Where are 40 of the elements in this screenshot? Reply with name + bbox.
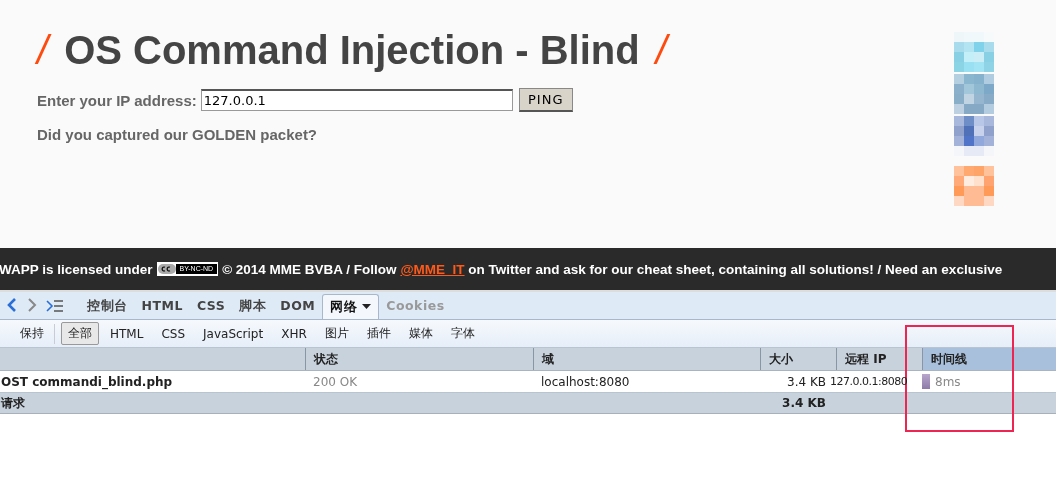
- ping-button[interactable]: PING: [518, 88, 573, 112]
- devtools-tab[interactable]: DOM: [273, 294, 323, 318]
- column-header[interactable]: 时间线: [922, 348, 1056, 370]
- timing-bar-icon: [922, 374, 930, 389]
- filter-button[interactable]: 图片: [317, 322, 356, 345]
- footer-text: © 2014 MME BVBA / Follow @MME_IT on Twitter and ask for our cheat sheet, containing all solutions! / Need an exclusive: [222, 261, 1003, 277]
- filter-button[interactable]: 媒体: [401, 322, 440, 345]
- column-header[interactable]: 状态: [305, 348, 533, 370]
- creative-commons-icon: [157, 264, 176, 274]
- ip-field[interactable]: 127.0.0.1: [200, 89, 513, 111]
- column-header[interactable]: 大小: [760, 348, 836, 370]
- back-icon[interactable]: [6, 297, 18, 313]
- forward-icon[interactable]: [26, 297, 38, 313]
- filter-button[interactable]: 插件: [359, 322, 398, 345]
- total-size: 3.4 KB: [781, 396, 827, 410]
- time-text: 8ms: [935, 374, 961, 389]
- domain-cell-text: localhost:8080: [540, 374, 631, 389]
- ip-label: Enter your IP address:: [37, 91, 197, 109]
- devtools-tab[interactable]: 网络: [322, 294, 380, 319]
- request-cell-text: OST commandi_blind.php: [0, 374, 174, 389]
- filter-button[interactable]: 全部: [61, 322, 99, 345]
- filter-button[interactable]: HTML: [103, 323, 151, 344]
- caret-icon[interactable]: [362, 304, 372, 310]
- filter-button[interactable]: 字体: [443, 322, 482, 345]
- devtools-tab[interactable]: 控制台: [80, 294, 135, 318]
- filter-button[interactable]: XHR: [274, 323, 314, 344]
- devtools-tab[interactable]: HTML: [134, 294, 190, 318]
- filter-button[interactable]: JavaScript: [196, 323, 271, 344]
- twitter-link[interactable]: @MME_IT: [400, 261, 465, 277]
- filter-button[interactable]: CSS: [154, 323, 193, 344]
- request-count: 请求: [0, 394, 26, 412]
- column-header[interactable]: 域: [533, 348, 760, 370]
- command-line-icon[interactable]: [46, 299, 64, 313]
- devtools-tab[interactable]: 脚本: [232, 294, 274, 318]
- message-text: Did you captured our GOLDEN packet?: [37, 126, 319, 143]
- persist-button[interactable]: 保持: [16, 323, 48, 344]
- blurred-icon[interactable]: [954, 116, 994, 156]
- devtools-tab[interactable]: CSS: [189, 294, 233, 318]
- page-title: OS Command Injection - Blind: [64, 27, 640, 74]
- status-cell-text: 200 OK: [312, 374, 359, 389]
